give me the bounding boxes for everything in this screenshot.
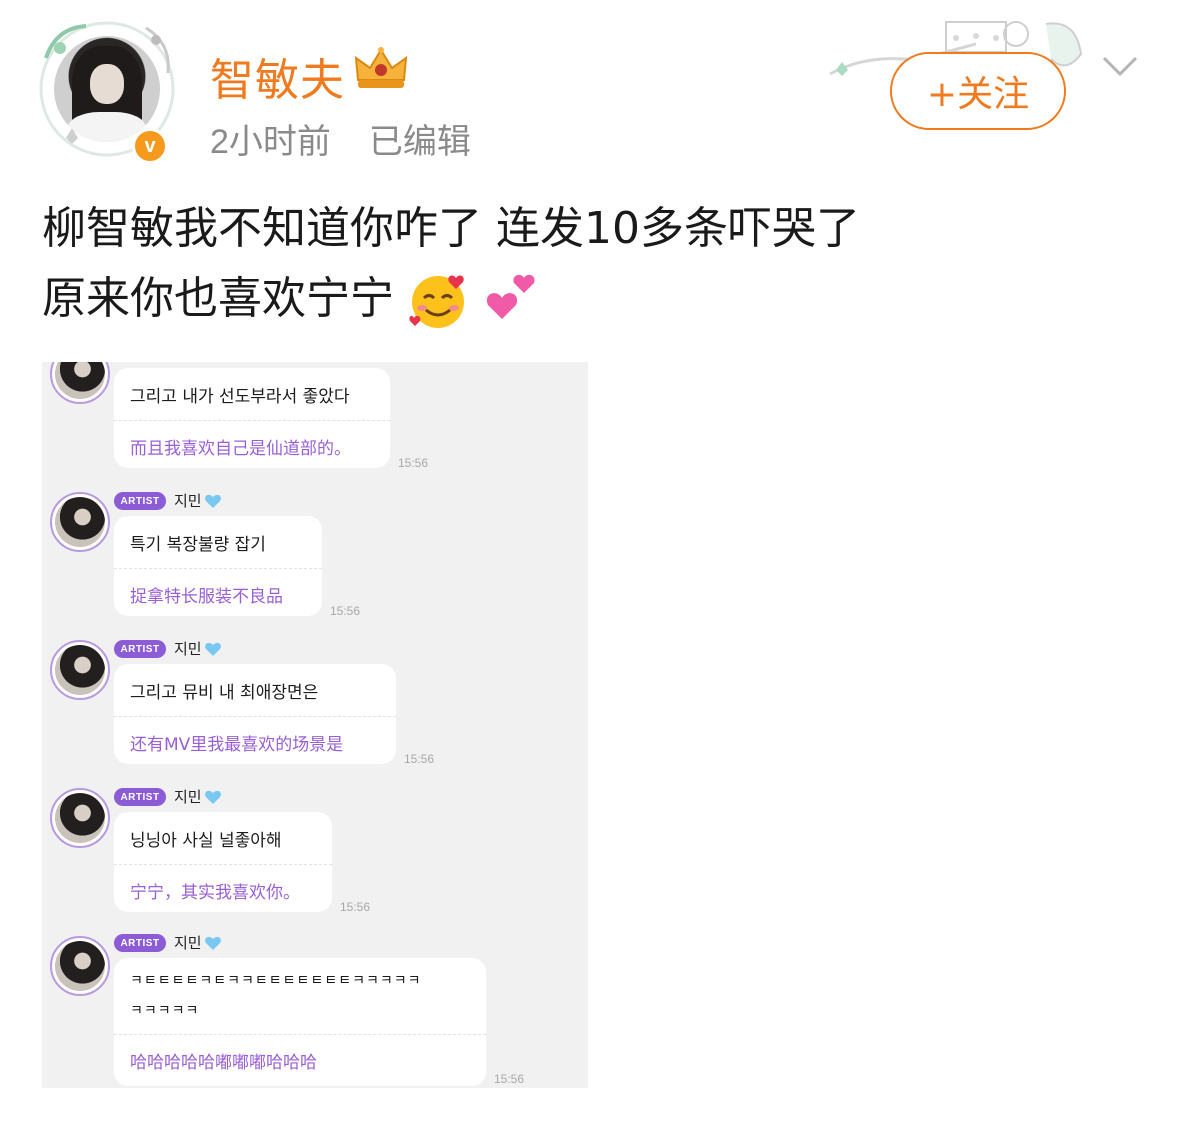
post-line-2: 原来你也喜欢宁宁: [42, 264, 860, 334]
message-bubble: 그리고 내가 선도부라서 좋았다 而且我喜欢自己是仙道部的。: [114, 368, 390, 468]
sender-name: 지민: [174, 492, 202, 510]
artist-badge: ARTIST: [114, 788, 166, 806]
message-bubble: 닝닝아 사실 널좋아해 宁宁，其实我喜欢你。: [114, 812, 332, 912]
chat-screenshot[interactable]: 그리고 내가 선도부라서 좋았다 而且我喜欢自己是仙道部的。 15:56 ART…: [42, 362, 588, 1088]
message-translation: 还有MV里我最喜欢的场景是: [130, 735, 344, 755]
sender-name: 지민: [174, 640, 202, 658]
message-korean: ㅋㅌㅌㅌㅌㅋㅌㅋㅋㅌㅌㅌㅌㅌㅌㅌㅋㅋㅋㅋㅋ: [130, 973, 422, 989]
blue-heart-icon: [205, 790, 221, 804]
post-time: 2小时前: [210, 123, 331, 161]
message-bubble: 그리고 뮤비 내 최애장면은 还有MV里我最喜欢的场景是: [114, 664, 396, 764]
artist-badge: ARTIST: [114, 934, 166, 952]
message-translation: 宁宁，其实我喜欢你。: [130, 883, 300, 903]
sender-name: 지민: [174, 788, 202, 806]
message-korean: 그리고 뮤비 내 최애장면은: [130, 683, 319, 703]
message-time: 15:56: [340, 900, 371, 914]
smiling-face-with-hearts-emoji: [409, 275, 464, 328]
message-translation: 哈哈哈哈哈嘟嘟嘟哈哈哈: [130, 1053, 317, 1073]
sender-avatar: [50, 936, 110, 996]
follow-button[interactable]: +关注: [890, 52, 1066, 130]
sender-avatar: [50, 640, 110, 700]
avatar-photo: [54, 36, 160, 142]
message-korean: 그리고 내가 선도부라서 좋았다: [130, 387, 350, 407]
verified-icon: v: [132, 128, 168, 164]
message-time: 15:56: [398, 456, 429, 470]
chevron-down-icon[interactable]: [1100, 52, 1140, 80]
message-bubble: ㅋㅌㅌㅌㅌㅋㅌㅋㅋㅌㅌㅌㅌㅌㅌㅌㅋㅋㅋㅋㅋ ㅋㅋㅋㅋㅋ 哈哈哈哈哈嘟嘟嘟哈哈哈: [114, 958, 486, 1086]
avatar[interactable]: v: [36, 18, 178, 164]
post-body: 柳智敏我不知道你咋了 连发10多条吓哭了 原来你也喜欢宁宁: [42, 194, 860, 334]
post-meta: 2小时前 已编辑: [210, 114, 471, 163]
message-translation: 而且我喜欢自己是仙道部的。: [130, 439, 351, 459]
artist-badge: ARTIST: [114, 640, 166, 658]
sender-name: 지민: [174, 934, 202, 952]
post-line-1: 柳智敏我不知道你咋了 连发10多条吓哭了: [42, 203, 860, 254]
blue-heart-icon: [205, 936, 221, 950]
message-time: 15:56: [404, 752, 435, 766]
message-time: 15:56: [494, 1072, 525, 1086]
sender-avatar: [50, 492, 110, 552]
message-korean: 특기 복장불량 잡기: [130, 535, 266, 555]
message-translation: 捉拿特长服装不良品: [130, 587, 283, 607]
message-korean: 닝닝아 사실 널좋아해: [130, 831, 282, 851]
message-bubble: 특기 복장불량 잡기 捉拿特长服装不良品: [114, 516, 322, 616]
artist-badge: ARTIST: [114, 492, 166, 510]
sender-avatar: [50, 362, 110, 404]
two-hearts-emoji: [486, 274, 535, 319]
post-line-2-text: 原来你也喜欢宁宁: [42, 273, 394, 324]
message-korean-line-2: ㅋㅋㅋㅋㅋ: [130, 1003, 200, 1019]
edited-label: 已编辑: [368, 123, 471, 161]
username[interactable]: 智敏夫: [210, 44, 345, 108]
blue-heart-icon: [205, 642, 221, 656]
sender-avatar: [50, 788, 110, 848]
message-time: 15:56: [330, 604, 361, 618]
blue-heart-icon: [205, 494, 221, 508]
crown-icon: [354, 47, 408, 88]
